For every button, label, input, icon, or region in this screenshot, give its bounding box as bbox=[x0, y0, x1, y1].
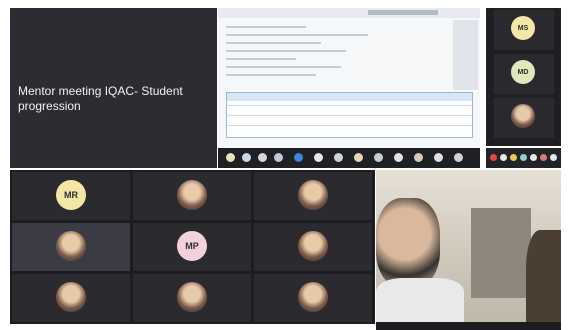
taskbar-app-icon[interactable] bbox=[414, 153, 423, 162]
reaction-icon[interactable] bbox=[500, 154, 507, 161]
participant-tile[interactable] bbox=[133, 274, 251, 322]
sheet-line bbox=[226, 58, 296, 60]
sheet-line bbox=[226, 50, 346, 52]
camera-toolbar bbox=[376, 322, 561, 330]
participant-tile[interactable] bbox=[254, 172, 372, 220]
avatar: MP bbox=[177, 231, 207, 261]
participant-tile[interactable] bbox=[133, 172, 251, 220]
taskbar-app-icon[interactable] bbox=[274, 153, 283, 162]
shared-spreadsheet bbox=[218, 8, 480, 148]
participant-tile[interactable]: MP bbox=[133, 223, 251, 271]
table-header-band bbox=[227, 93, 472, 101]
sheet-line bbox=[226, 26, 306, 28]
taskbar-app-icon[interactable] bbox=[374, 153, 383, 162]
speaker-shirt bbox=[376, 278, 464, 324]
avatar bbox=[298, 180, 328, 210]
avatar bbox=[298, 282, 328, 312]
avatar bbox=[298, 231, 328, 261]
participant-grid: MR MP bbox=[10, 170, 375, 324]
participant-tile-active[interactable] bbox=[12, 223, 130, 271]
taskbar-app-icon[interactable] bbox=[394, 153, 403, 162]
second-person bbox=[526, 230, 561, 324]
sheet-line bbox=[226, 42, 321, 44]
sheet-line bbox=[226, 74, 316, 76]
participant-tile[interactable] bbox=[254, 223, 372, 271]
reaction-icon[interactable] bbox=[550, 154, 557, 161]
reaction-icon[interactable] bbox=[540, 154, 547, 161]
taskbar-app-icon[interactable] bbox=[294, 153, 303, 162]
taskbar-app-icon[interactable] bbox=[314, 153, 323, 162]
bookshelf bbox=[471, 208, 531, 298]
participant-tile[interactable] bbox=[494, 98, 554, 138]
taskbar-app-icon[interactable] bbox=[334, 153, 343, 162]
avatar bbox=[511, 104, 535, 128]
participant-tile[interactable] bbox=[12, 274, 130, 322]
taskbar-app-icon[interactable] bbox=[226, 153, 235, 162]
sheet-line bbox=[226, 34, 336, 36]
participant-strip: MS MD bbox=[486, 8, 561, 146]
avatar: MS bbox=[511, 16, 535, 40]
reaction-icon[interactable] bbox=[520, 154, 527, 161]
avatar bbox=[177, 180, 207, 210]
taskbar-app-icon[interactable] bbox=[242, 153, 251, 162]
avatar bbox=[56, 231, 86, 261]
sheet-header bbox=[218, 8, 480, 18]
participant-tile[interactable]: MR bbox=[12, 172, 130, 220]
taskbar-app-icon[interactable] bbox=[258, 153, 267, 162]
sheet-side-panel bbox=[453, 20, 478, 90]
taskbar-app-icon[interactable] bbox=[454, 153, 463, 162]
avatar: MD bbox=[511, 60, 535, 84]
reaction-icon[interactable] bbox=[490, 154, 497, 161]
avatar: MR bbox=[56, 180, 86, 210]
avatar bbox=[177, 282, 207, 312]
camera-feed[interactable] bbox=[376, 170, 561, 324]
sheet-line bbox=[226, 66, 341, 68]
participant-tile[interactable]: MD bbox=[494, 54, 554, 94]
avatar bbox=[56, 282, 86, 312]
table-row bbox=[227, 125, 472, 136]
taskbar-app-icon[interactable] bbox=[354, 153, 363, 162]
slide-title: Mentor meeting IQAC- Student progression bbox=[18, 84, 183, 113]
taskbar bbox=[218, 148, 480, 168]
reaction-bar bbox=[486, 148, 561, 168]
data-table[interactable] bbox=[226, 92, 473, 138]
shared-slide: Mentor meeting IQAC- Student progression bbox=[10, 8, 217, 168]
sheet-line bbox=[328, 34, 368, 36]
taskbar-app-icon[interactable] bbox=[434, 153, 443, 162]
participant-tile[interactable]: MS bbox=[494, 10, 554, 50]
reaction-icon[interactable] bbox=[510, 154, 517, 161]
sheet-title-bar bbox=[368, 10, 438, 15]
reaction-icon[interactable] bbox=[530, 154, 537, 161]
speaker-face bbox=[376, 198, 440, 288]
participant-tile[interactable] bbox=[254, 274, 372, 322]
